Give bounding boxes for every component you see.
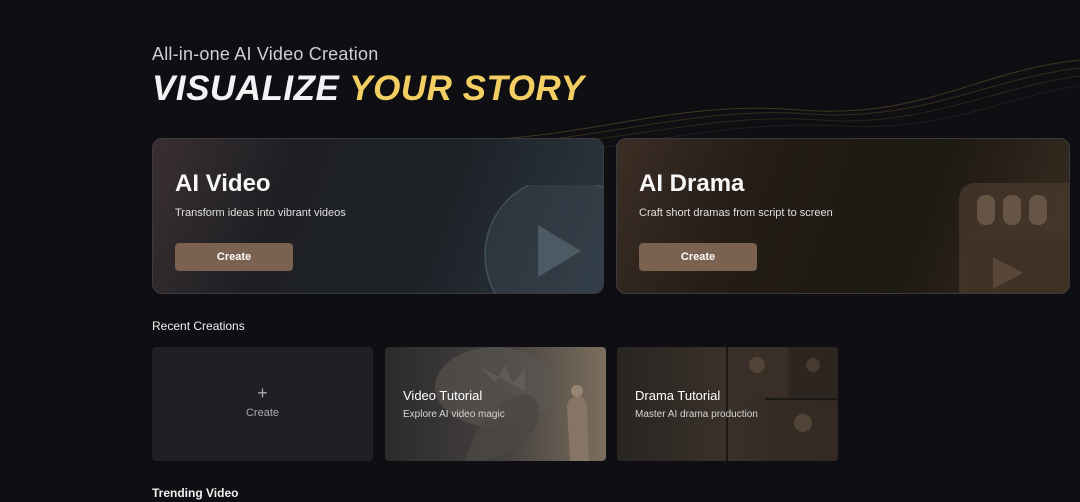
drama-tutorial-title: Drama Tutorial [635,388,721,403]
drama-collage-image [726,347,838,461]
ai-drama-title: AI Drama [639,170,745,197]
clapperboard-icon [959,183,1069,293]
hero-headline: VISUALIZE YOUR STORY [152,69,584,109]
ai-drama-description: Craft short dramas from script to screen [639,207,833,219]
ai-video-description: Transform ideas into vibrant videos [175,207,346,219]
headline-your-story: YOUR STORY [349,69,585,108]
plus-icon: + [257,383,268,403]
drama-tutorial-description: Master AI drama production [635,409,758,420]
ai-video-card[interactable]: AI Video Transform ideas into vibrant vi… [152,138,604,294]
ai-drama-card[interactable]: AI Drama Craft short dramas from script … [616,138,1070,294]
hero-section: All-in-one AI Video Creation VISUALIZE YO… [152,44,584,109]
dragon-scene-image [435,347,589,461]
trending-video-title: Trending Video [152,486,239,500]
hero-subtitle: All-in-one AI Video Creation [152,44,379,64]
video-tutorial-tile[interactable]: Video Tutorial Explore AI video magic [385,347,606,461]
play-icon [484,185,603,293]
drama-tutorial-tile[interactable]: Drama Tutorial Master AI drama productio… [617,347,838,461]
headline-visualize: VISUALIZE [152,69,340,108]
recent-creations-title: Recent Creations [152,319,245,333]
create-tile-label: Create [245,407,280,419]
ai-video-create-button[interactable]: Create [175,243,293,271]
video-tutorial-description: Explore AI video magic [403,409,505,420]
ai-video-title: AI Video [175,170,271,197]
video-tutorial-title: Video Tutorial [403,388,483,403]
ai-drama-create-button[interactable]: Create [639,243,757,271]
create-new-tile[interactable]: + Create [152,347,373,461]
